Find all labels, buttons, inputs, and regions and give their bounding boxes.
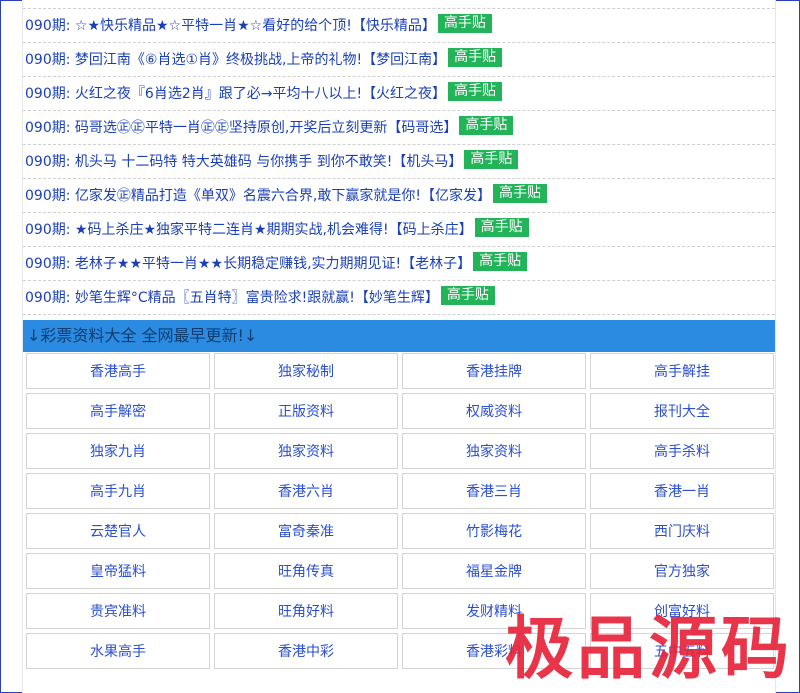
post-title[interactable]: 老林子★★平特一肖★★长期稳定赚钱,实力期期见证! [75, 256, 401, 272]
expert-badge: 高手贴 [473, 252, 528, 271]
post-title[interactable]: ☆★快乐精品★☆平特一肖★☆看好的给个顶! [75, 18, 352, 34]
grid-link[interactable]: 皇帝猛料 [26, 553, 210, 589]
post-list: 090期: ☆★快乐精品★☆平特一肖★☆看好的给个顶!【快乐精品】 高手贴 090… [23, 8, 775, 315]
expert-badge: 高手贴 [448, 82, 503, 101]
post-title[interactable]: ★码上杀庄★独家平特二连肖★期期实战,机会难得! [75, 222, 389, 238]
post-author: 【快乐精品】 [351, 18, 436, 34]
grid-link[interactable]: 旺角好料 [214, 593, 398, 629]
grid-link[interactable]: 香港挂牌 [402, 353, 586, 389]
grid-link[interactable]: 香港中彩 [214, 633, 398, 669]
grid-link[interactable]: 创富好料 [590, 593, 774, 629]
post-period: 090期: [25, 18, 71, 34]
post-author: 【妙笔生辉】 [354, 290, 439, 306]
post-row[interactable]: 090期: ★码上杀庄★独家平特二连肖★期期实战,机会难得!【码上杀庄】 高手贴 [23, 213, 775, 247]
grid-link[interactable]: 香港一肖 [590, 473, 774, 509]
post-author: 【码哥选】 [387, 120, 458, 136]
grid-link[interactable]: 独家资料 [402, 433, 586, 469]
grid-link[interactable]: 贵宾准料 [26, 593, 210, 629]
grid-link[interactable]: 高手解密 [26, 393, 210, 429]
grid-link[interactable]: 发财精料 [402, 593, 586, 629]
grid-link[interactable]: 竹影梅花 [402, 513, 586, 549]
expert-badge: 高手贴 [492, 184, 547, 203]
post-row[interactable]: 090期: 机头马 十二码特 特大英雄码 与你携手 到你不敢笑!【机头马】 高手贴 [23, 145, 775, 179]
post-period: 090期: [25, 120, 71, 136]
grid-link[interactable]: 官方独家 [590, 553, 774, 589]
grid-link[interactable]: 高手九肖 [26, 473, 210, 509]
post-author: 【机头马】 [392, 154, 463, 170]
post-row[interactable]: 090期: 火红之夜『6肖选2肖』跟了必→平均十八以上!【火红之夜】 高手贴 [23, 77, 775, 111]
grid-link[interactable]: 五中五料 [590, 633, 774, 669]
grid-link[interactable]: 独家秘制 [214, 353, 398, 389]
grid-link[interactable]: 福星金牌 [402, 553, 586, 589]
post-period: 090期: [25, 154, 71, 170]
post-period: 090期: [25, 52, 71, 68]
post-title[interactable]: 火红之夜『6肖选2肖』跟了必→平均十八以上! [75, 86, 362, 102]
grid-link[interactable]: 富奇秦准 [214, 513, 398, 549]
post-period: 090期: [25, 86, 71, 102]
post-title[interactable]: 妙笔生辉°C精品〖五肖特〗富贵险求!跟就赢! [75, 290, 355, 306]
post-author: 【码上杀庄】 [388, 222, 473, 238]
grid-link[interactable]: 独家资料 [214, 433, 398, 469]
grid-link[interactable]: 云楚官人 [26, 513, 210, 549]
post-author: 【火红之夜】 [362, 86, 447, 102]
grid-link[interactable]: 香港三肖 [402, 473, 586, 509]
post-title[interactable]: 亿家发㊣精品打造《单双》名震六合界,敢下赢家就是你! [75, 188, 421, 204]
expert-badge: 高手贴 [464, 150, 519, 169]
post-period: 090期: [25, 222, 71, 238]
grid-link[interactable]: 高手杀料 [590, 433, 774, 469]
expert-badge: 高手贴 [440, 286, 495, 305]
post-title[interactable]: 机头马 十二码特 特大英雄码 与你携手 到你不敢笑! [75, 154, 392, 170]
link-grid: 香港高手 独家秘制 香港挂牌 高手解挂 高手解密 正版资料 权威资料 报刊大全 … [26, 353, 774, 669]
post-row[interactable]: 090期: 码哥选㊣㊣平特一肖㊣㊣坚持原创,开奖后立刻更新【码哥选】 高手贴 [23, 111, 775, 145]
grid-link[interactable]: 旺角传真 [214, 553, 398, 589]
expert-badge: 高手贴 [474, 218, 529, 237]
expert-badge: 高手贴 [459, 116, 514, 135]
post-title[interactable]: 码哥选㊣㊣平特一肖㊣㊣坚持原创,开奖后立刻更新 [75, 120, 387, 136]
grid-link[interactable]: 权威资料 [402, 393, 586, 429]
expert-badge: 高手贴 [448, 48, 503, 67]
grid-link[interactable]: 西门庆料 [590, 513, 774, 549]
post-row[interactable]: 090期: 亿家发㊣精品打造《单双》名震六合界,敢下赢家就是你!【亿家发】 高手贴 [23, 179, 775, 213]
post-row[interactable]: 090期: 老林子★★平特一肖★★长期稳定赚钱,实力期期见证!【老林子】 高手贴 [23, 247, 775, 281]
grid-link[interactable]: 独家九肖 [26, 433, 210, 469]
grid-link[interactable]: 香港高手 [26, 353, 210, 389]
post-author: 【老林子】 [401, 256, 472, 272]
grid-link[interactable]: 正版资料 [214, 393, 398, 429]
grid-link[interactable]: 报刊大全 [590, 393, 774, 429]
post-period: 090期: [25, 188, 71, 204]
grid-link[interactable]: 高手解挂 [590, 353, 774, 389]
post-period: 090期: [25, 290, 71, 306]
expert-badge: 高手贴 [437, 14, 492, 33]
grid-link[interactable]: 水果高手 [26, 633, 210, 669]
post-period: 090期: [25, 256, 71, 272]
post-title[interactable]: 梦回江南《⑥肖选①肖》终极挑战,上帝的礼物! [75, 52, 362, 68]
post-row[interactable]: 090期: 梦回江南《⑥肖选①肖》终极挑战,上帝的礼物!【梦回江南】 高手贴 [23, 43, 775, 77]
post-author: 【梦回江南】 [362, 52, 447, 68]
grid-link[interactable]: 香港彩料 [402, 633, 586, 669]
post-row[interactable]: 090期: 妙笔生辉°C精品〖五肖特〗富贵险求!跟就赢!【妙笔生辉】 高手贴 [23, 281, 775, 315]
content-column: 090期: ☆★快乐精品★☆平特一肖★☆看好的给个顶!【快乐精品】 高手贴 090… [22, 0, 776, 693]
post-row[interactable]: 090期: ☆★快乐精品★☆平特一肖★☆看好的给个顶!【快乐精品】 高手贴 [23, 8, 775, 43]
grid-link[interactable]: 香港六肖 [214, 473, 398, 509]
section-banner: ↓彩票资料大全 全网最早更新!↓ [23, 320, 775, 352]
post-author: 【亿家发】 [420, 188, 491, 204]
